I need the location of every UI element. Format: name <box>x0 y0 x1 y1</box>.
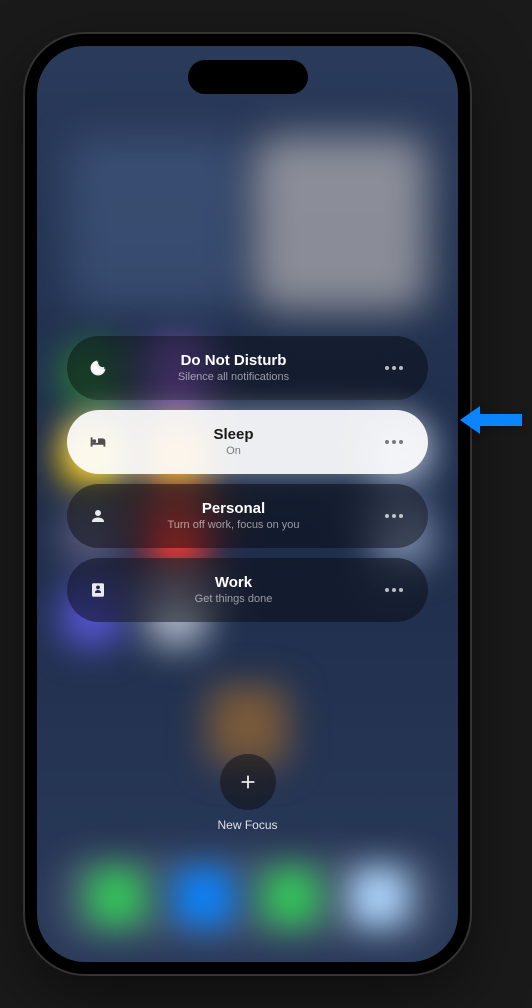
more-options-button[interactable] <box>380 354 408 382</box>
more-options-button[interactable] <box>380 428 408 456</box>
focus-text: Do Not Disturb Silence all notifications <box>87 352 380 384</box>
focus-text: Work Get things done <box>87 574 380 606</box>
new-focus-area: New Focus <box>37 754 458 832</box>
ellipsis-icon <box>385 440 403 444</box>
phone-frame: Do Not Disturb Silence all notifications… <box>25 34 470 974</box>
focus-title: Do Not Disturb <box>87 352 380 370</box>
new-focus-button[interactable] <box>220 754 276 810</box>
ellipsis-icon <box>385 366 403 370</box>
focus-title: Work <box>87 574 380 592</box>
phone-screen: Do Not Disturb Silence all notifications… <box>37 46 458 962</box>
focus-mode-list: Do Not Disturb Silence all notifications… <box>67 336 428 622</box>
arrow-left-icon <box>460 402 522 438</box>
focus-item-personal[interactable]: Personal Turn off work, focus on you <box>67 484 428 548</box>
more-options-button[interactable] <box>380 502 408 530</box>
focus-subtitle: Get things done <box>87 593 380 606</box>
focus-text: Sleep On <box>87 426 380 458</box>
ellipsis-icon <box>385 514 403 518</box>
new-focus-label: New Focus <box>217 818 277 832</box>
callout-arrow <box>460 402 522 443</box>
focus-subtitle: Silence all notifications <box>87 371 380 384</box>
more-options-button[interactable] <box>380 576 408 604</box>
focus-title: Sleep <box>87 426 380 444</box>
focus-item-work[interactable]: Work Get things done <box>67 558 428 622</box>
focus-subtitle: Turn off work, focus on you <box>87 519 380 532</box>
focus-item-sleep[interactable]: Sleep On <box>67 410 428 474</box>
focus-text: Personal Turn off work, focus on you <box>87 500 380 532</box>
focus-item-do-not-disturb[interactable]: Do Not Disturb Silence all notifications <box>67 336 428 400</box>
ellipsis-icon <box>385 588 403 592</box>
focus-subtitle: On <box>87 445 380 458</box>
dynamic-island <box>188 60 308 94</box>
plus-icon <box>237 771 259 793</box>
focus-title: Personal <box>87 500 380 518</box>
